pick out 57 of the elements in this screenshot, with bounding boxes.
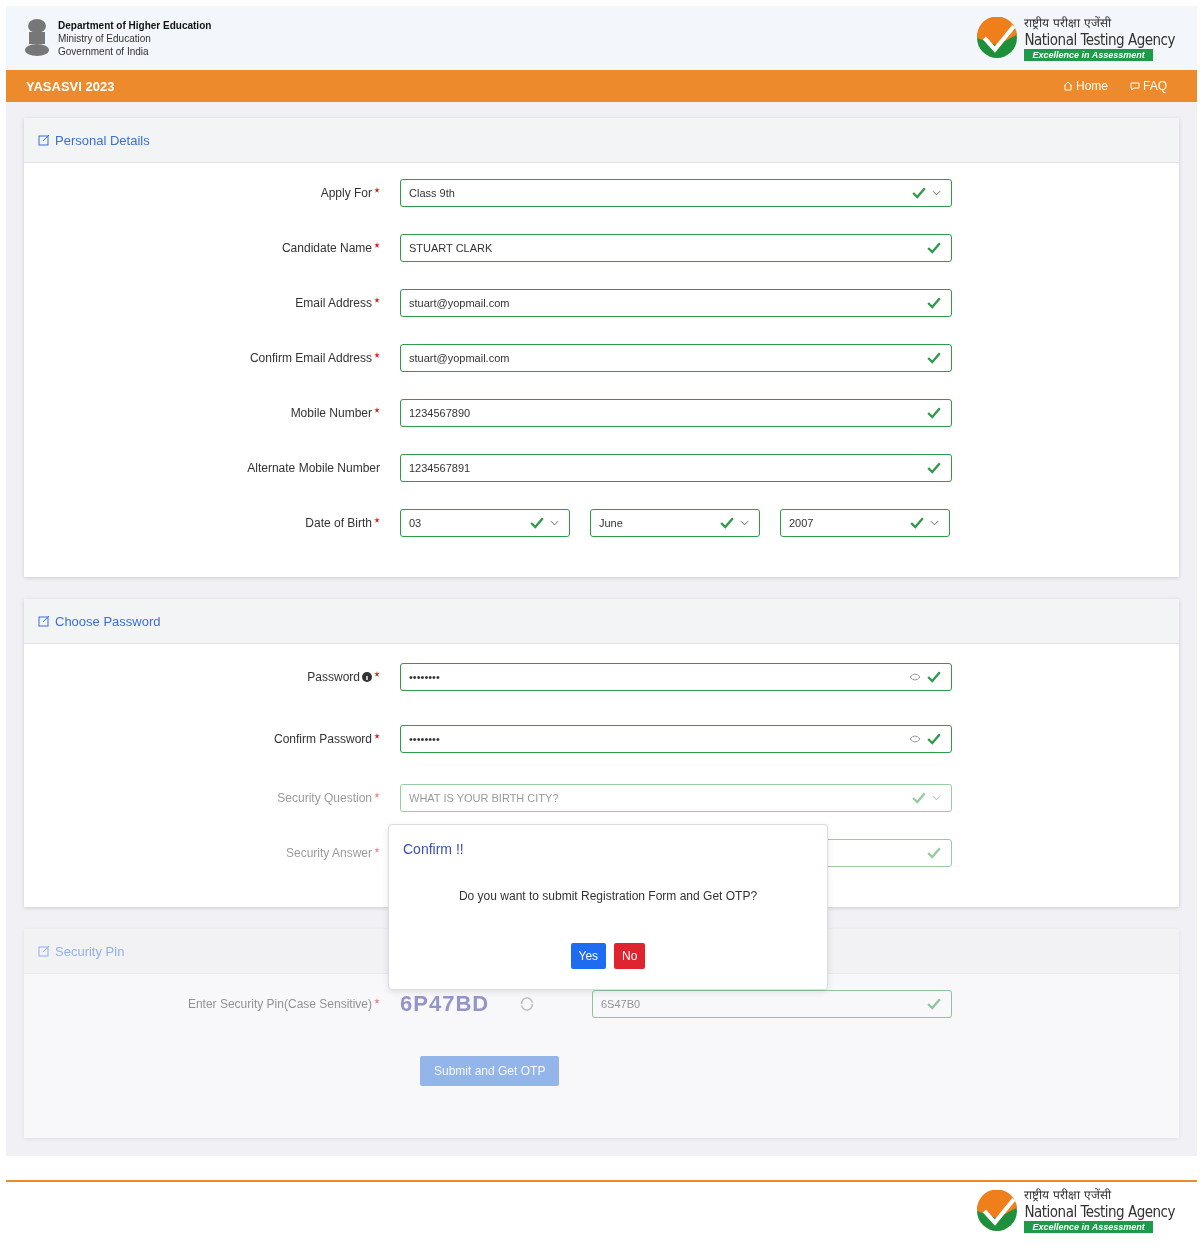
captcha-code: 6P47BD — [400, 990, 490, 1017]
department-text: Department of Higher Education — [58, 18, 212, 32]
emblem-icon — [22, 17, 52, 59]
section-title: Personal Details — [55, 132, 150, 148]
field-label: Password — [307, 670, 360, 684]
check-logo-icon — [976, 1189, 1019, 1232]
agency-hindi-name: राष्ट्रीय परीक्षा एजेंसी — [1024, 1188, 1112, 1203]
agency-name: National Testing Agency — [1024, 1203, 1175, 1221]
input-field[interactable]: •••••••• — [400, 725, 952, 753]
input-field[interactable]: STUART CLARK — [400, 233, 952, 262]
edit-icon — [38, 945, 50, 957]
field-label: Email Address — [295, 295, 372, 310]
input-field[interactable]: stuart@yopmail.com — [400, 288, 952, 317]
agency-hindi-name: राष्ट्रीय परीक्षा एजेंसी — [1024, 15, 1112, 31]
agency-tagline: Excellence in Assessment — [1024, 1221, 1153, 1233]
field-label: Date of Birth — [305, 515, 372, 530]
agency-name: National Testing Agency — [1024, 30, 1175, 49]
chevron-icon — [550, 519, 559, 526]
speech-bubble-icon — [1130, 81, 1140, 91]
field-label: Alternate Mobile Number — [247, 460, 380, 475]
chevron-icon — [932, 189, 941, 196]
edit-icon — [38, 134, 50, 146]
refresh-icon[interactable] — [519, 995, 536, 1012]
department-text: Ministry of Education — [58, 31, 152, 45]
field-label: Apply For — [320, 185, 372, 200]
field-label: Candidate Name — [281, 240, 372, 255]
date-select[interactable]: June — [590, 508, 760, 537]
chevron-icon — [932, 794, 941, 801]
select-field[interactable]: Class 9th — [400, 178, 952, 207]
field-label: Confirm Password — [273, 732, 372, 746]
check-logo-icon — [976, 17, 1019, 59]
input-field[interactable]: 1234567891 — [400, 453, 952, 482]
edit-icon — [38, 615, 50, 627]
no-button[interactable]: No — [614, 943, 646, 969]
eye-icon[interactable] — [909, 735, 921, 743]
field-label: Security Question — [277, 790, 372, 805]
dialog-message: Do you want to submit Registration Form and Get OTP? — [458, 889, 758, 903]
department-text: Government of India — [58, 44, 150, 58]
field-label: Security Answer — [285, 845, 372, 860]
eye-icon[interactable] — [909, 673, 921, 681]
field-label: Mobile Number — [290, 405, 372, 420]
yes-button[interactable]: Yes — [570, 943, 607, 969]
input-field[interactable]: 1234567890 — [400, 398, 952, 427]
field-label: Enter Security Pin(Case Sensitive) — [187, 996, 372, 1011]
input-field[interactable]: stuart@yopmail.com — [400, 343, 952, 372]
home-icon — [1062, 81, 1073, 91]
date-select[interactable]: 2007 — [780, 508, 950, 537]
dialog-title: Confirm !! — [403, 841, 464, 857]
field-label: Confirm Email Address — [249, 350, 372, 365]
section-title: Choose Password — [55, 613, 161, 629]
chevron-icon — [740, 519, 749, 526]
site-title: YASASVI 2023 — [26, 78, 115, 94]
input-field[interactable]: •••••••• — [400, 663, 952, 691]
chevron-icon — [930, 519, 939, 526]
agency-tagline: Excellence in Assessment — [1024, 48, 1153, 61]
section-title: Security Pin — [55, 943, 125, 959]
date-select[interactable]: 03 — [400, 508, 570, 537]
